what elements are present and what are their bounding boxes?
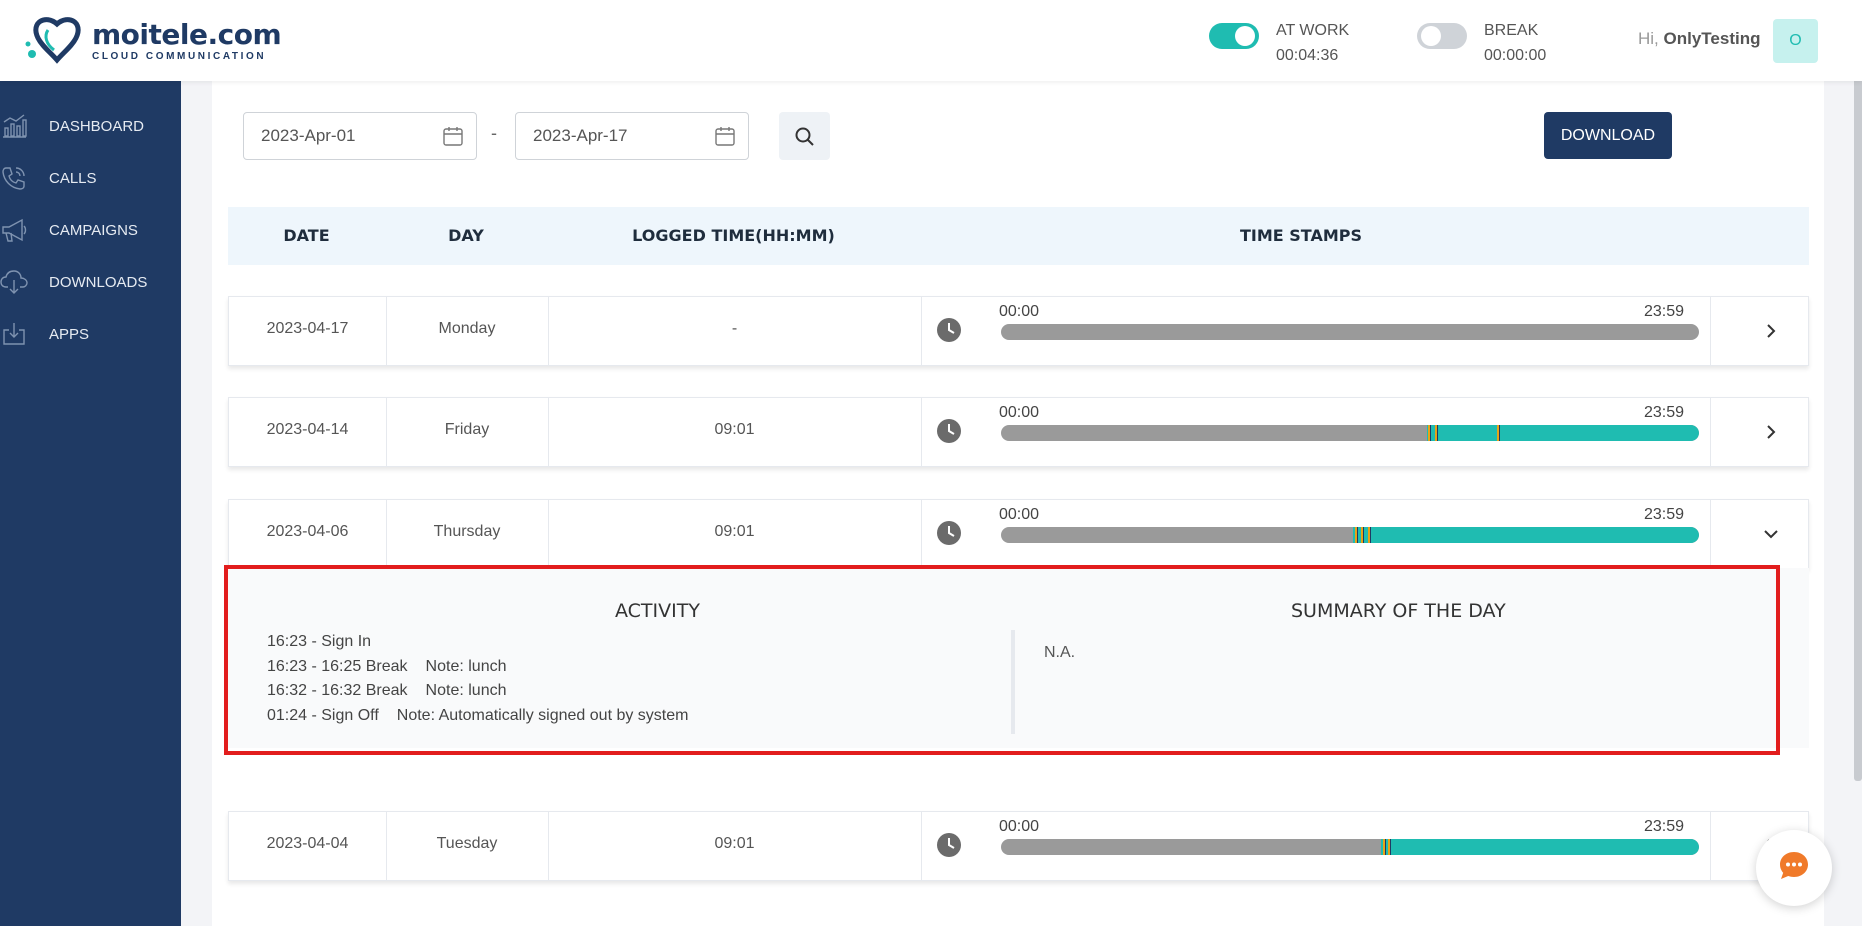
work-segment xyxy=(1353,527,1699,543)
table-row[interactable]: 2023-04-17 Monday - 00:00 23:59 xyxy=(228,296,1809,366)
timeline-bar xyxy=(1001,425,1699,441)
break-marker-edge xyxy=(1390,839,1391,855)
table-header: DATE DAY LOGGED TIME(HH:MM) TIME STAMPS xyxy=(228,207,1809,265)
logo-icon xyxy=(25,17,81,64)
break-marker-edge xyxy=(1430,425,1431,441)
table-row[interactable]: 2023-04-14 Friday 09:01 00:00 23:59 xyxy=(228,397,1809,467)
break-marker-edge xyxy=(1370,527,1371,543)
from-date-input[interactable]: 2023-Apr-01 xyxy=(243,112,477,160)
user-greeting: Hi, OnlyTesting xyxy=(1638,29,1761,49)
chevron-right-icon[interactable] xyxy=(1761,321,1781,341)
user-name: OnlyTesting xyxy=(1663,29,1761,48)
break-marker-edge xyxy=(1437,425,1438,441)
sidebar-item-apps[interactable]: APPS xyxy=(0,308,181,360)
sidebar-item-downloads[interactable]: DOWNLOADS xyxy=(0,256,181,308)
search-icon xyxy=(795,127,814,146)
sidebar: DASHBOARD CALLS CAMPAIGNS DOWNLOADS APPS xyxy=(0,81,181,926)
row-day: Tuesday xyxy=(436,835,498,852)
top-header: moitele.com CLOUD COMMUNICATION AT WORK … xyxy=(0,0,1862,81)
at-work-timer: 00:04:36 xyxy=(1276,47,1339,64)
download-button[interactable]: DOWNLOAD xyxy=(1544,112,1672,159)
clock-icon xyxy=(937,521,961,545)
at-work-label: AT WORK xyxy=(1276,22,1350,39)
cloud-download-icon xyxy=(0,270,28,294)
row-logged-time: 09:01 xyxy=(714,523,755,540)
break-status: BREAK 00:00:00 xyxy=(1417,18,1546,68)
avatar[interactable]: O xyxy=(1773,19,1818,63)
chat-button[interactable] xyxy=(1756,830,1832,906)
timeline-bar xyxy=(1001,324,1699,340)
break-marker-edge xyxy=(1385,839,1386,855)
column-header-logged-time: LOGGED TIME(HH:MM) xyxy=(632,226,835,245)
sidebar-item-campaigns[interactable]: CAMPAIGNS xyxy=(0,204,181,256)
timeline-end: 23:59 xyxy=(1644,818,1685,835)
row-day: Monday xyxy=(438,320,496,337)
timeline-end: 23:59 xyxy=(1644,303,1685,320)
row-date: 2023-04-17 xyxy=(266,320,349,337)
clock-icon xyxy=(937,833,961,857)
sidebar-item-label: APPS xyxy=(49,325,90,343)
row-day: Friday xyxy=(444,421,490,438)
brand-name: moitele.com xyxy=(92,17,282,51)
search-button[interactable] xyxy=(779,112,830,160)
page-scrollbar[interactable] xyxy=(1854,25,1862,781)
table-row[interactable]: 2023-04-06 Thursday 09:01 00:00 23:59 xyxy=(228,499,1809,569)
timeline-bar xyxy=(1001,839,1699,855)
break-toggle[interactable] xyxy=(1417,23,1467,49)
calendar-icon xyxy=(443,127,463,146)
row-logged-time: - xyxy=(731,320,738,337)
column-header-time-stamps: TIME STAMPS xyxy=(1239,226,1363,245)
sidebar-item-calls[interactable]: CALLS xyxy=(0,152,181,204)
row-logged-time: 09:01 xyxy=(714,835,755,852)
timeline-start: 00:00 xyxy=(999,303,1040,320)
sidebar-item-label: DASHBOARD xyxy=(49,117,145,135)
at-work-status: AT WORK 00:04:36 xyxy=(1209,18,1349,68)
chart-icon xyxy=(3,114,27,138)
row-logged-time: 09:01 xyxy=(714,421,755,438)
calendar-icon xyxy=(715,127,735,146)
date-range-separator: - xyxy=(491,123,497,143)
timeline-start: 00:00 xyxy=(999,506,1040,523)
work-segment xyxy=(1427,425,1699,441)
megaphone-icon xyxy=(2,218,27,242)
timeline-end: 23:59 xyxy=(1644,404,1685,421)
row-day: Thursday xyxy=(433,523,501,540)
sidebar-item-label: CAMPAIGNS xyxy=(49,221,138,239)
clock-icon xyxy=(937,419,961,443)
break-label: BREAK xyxy=(1484,22,1539,39)
timeline-end: 23:59 xyxy=(1644,506,1685,523)
sidebar-item-label: CALLS xyxy=(49,169,97,187)
timeline-start: 00:00 xyxy=(999,404,1040,421)
row-date: 2023-04-06 xyxy=(266,523,349,540)
highlight-box xyxy=(224,565,1780,755)
tray-download-icon xyxy=(3,323,25,345)
column-header-day: DAY xyxy=(448,226,484,245)
timeline-bar xyxy=(1001,527,1699,543)
row-date: 2023-04-14 xyxy=(266,421,349,438)
chevron-right-icon[interactable] xyxy=(1761,422,1781,442)
table-row[interactable]: 2023-04-04 Tuesday 09:01 00:00 23:59 xyxy=(228,811,1809,881)
greeting-text: Hi, xyxy=(1638,29,1659,48)
main-content: 2023-Apr-01 - 2023-Apr-17 DOWNLOAD DATE … xyxy=(212,81,1824,926)
to-date-value: 2023-Apr-17 xyxy=(533,126,628,145)
break-marker-edge xyxy=(1363,527,1364,543)
to-date-input[interactable]: 2023-Apr-17 xyxy=(515,112,749,160)
sidebar-item-dashboard[interactable]: DASHBOARD xyxy=(0,100,181,152)
timeline-start: 00:00 xyxy=(999,818,1040,835)
at-work-toggle[interactable] xyxy=(1209,23,1259,49)
clock-icon xyxy=(937,318,961,342)
work-segment xyxy=(1381,839,1699,855)
sidebar-item-label: DOWNLOADS xyxy=(49,273,148,291)
break-marker-edge xyxy=(1499,425,1500,441)
break-timer: 00:00:00 xyxy=(1484,47,1547,64)
phone-icon xyxy=(2,167,25,190)
column-header-date: DATE xyxy=(283,226,330,245)
chat-icon xyxy=(1780,852,1808,879)
break-marker-edge xyxy=(1357,527,1358,543)
brand-tagline: CLOUD COMMUNICATION xyxy=(92,50,267,62)
row-date: 2023-04-04 xyxy=(266,835,349,852)
chevron-down-icon[interactable] xyxy=(1761,524,1781,544)
brand-logo[interactable]: moitele.com CLOUD COMMUNICATION xyxy=(24,16,282,66)
from-date-value: 2023-Apr-01 xyxy=(261,126,356,145)
